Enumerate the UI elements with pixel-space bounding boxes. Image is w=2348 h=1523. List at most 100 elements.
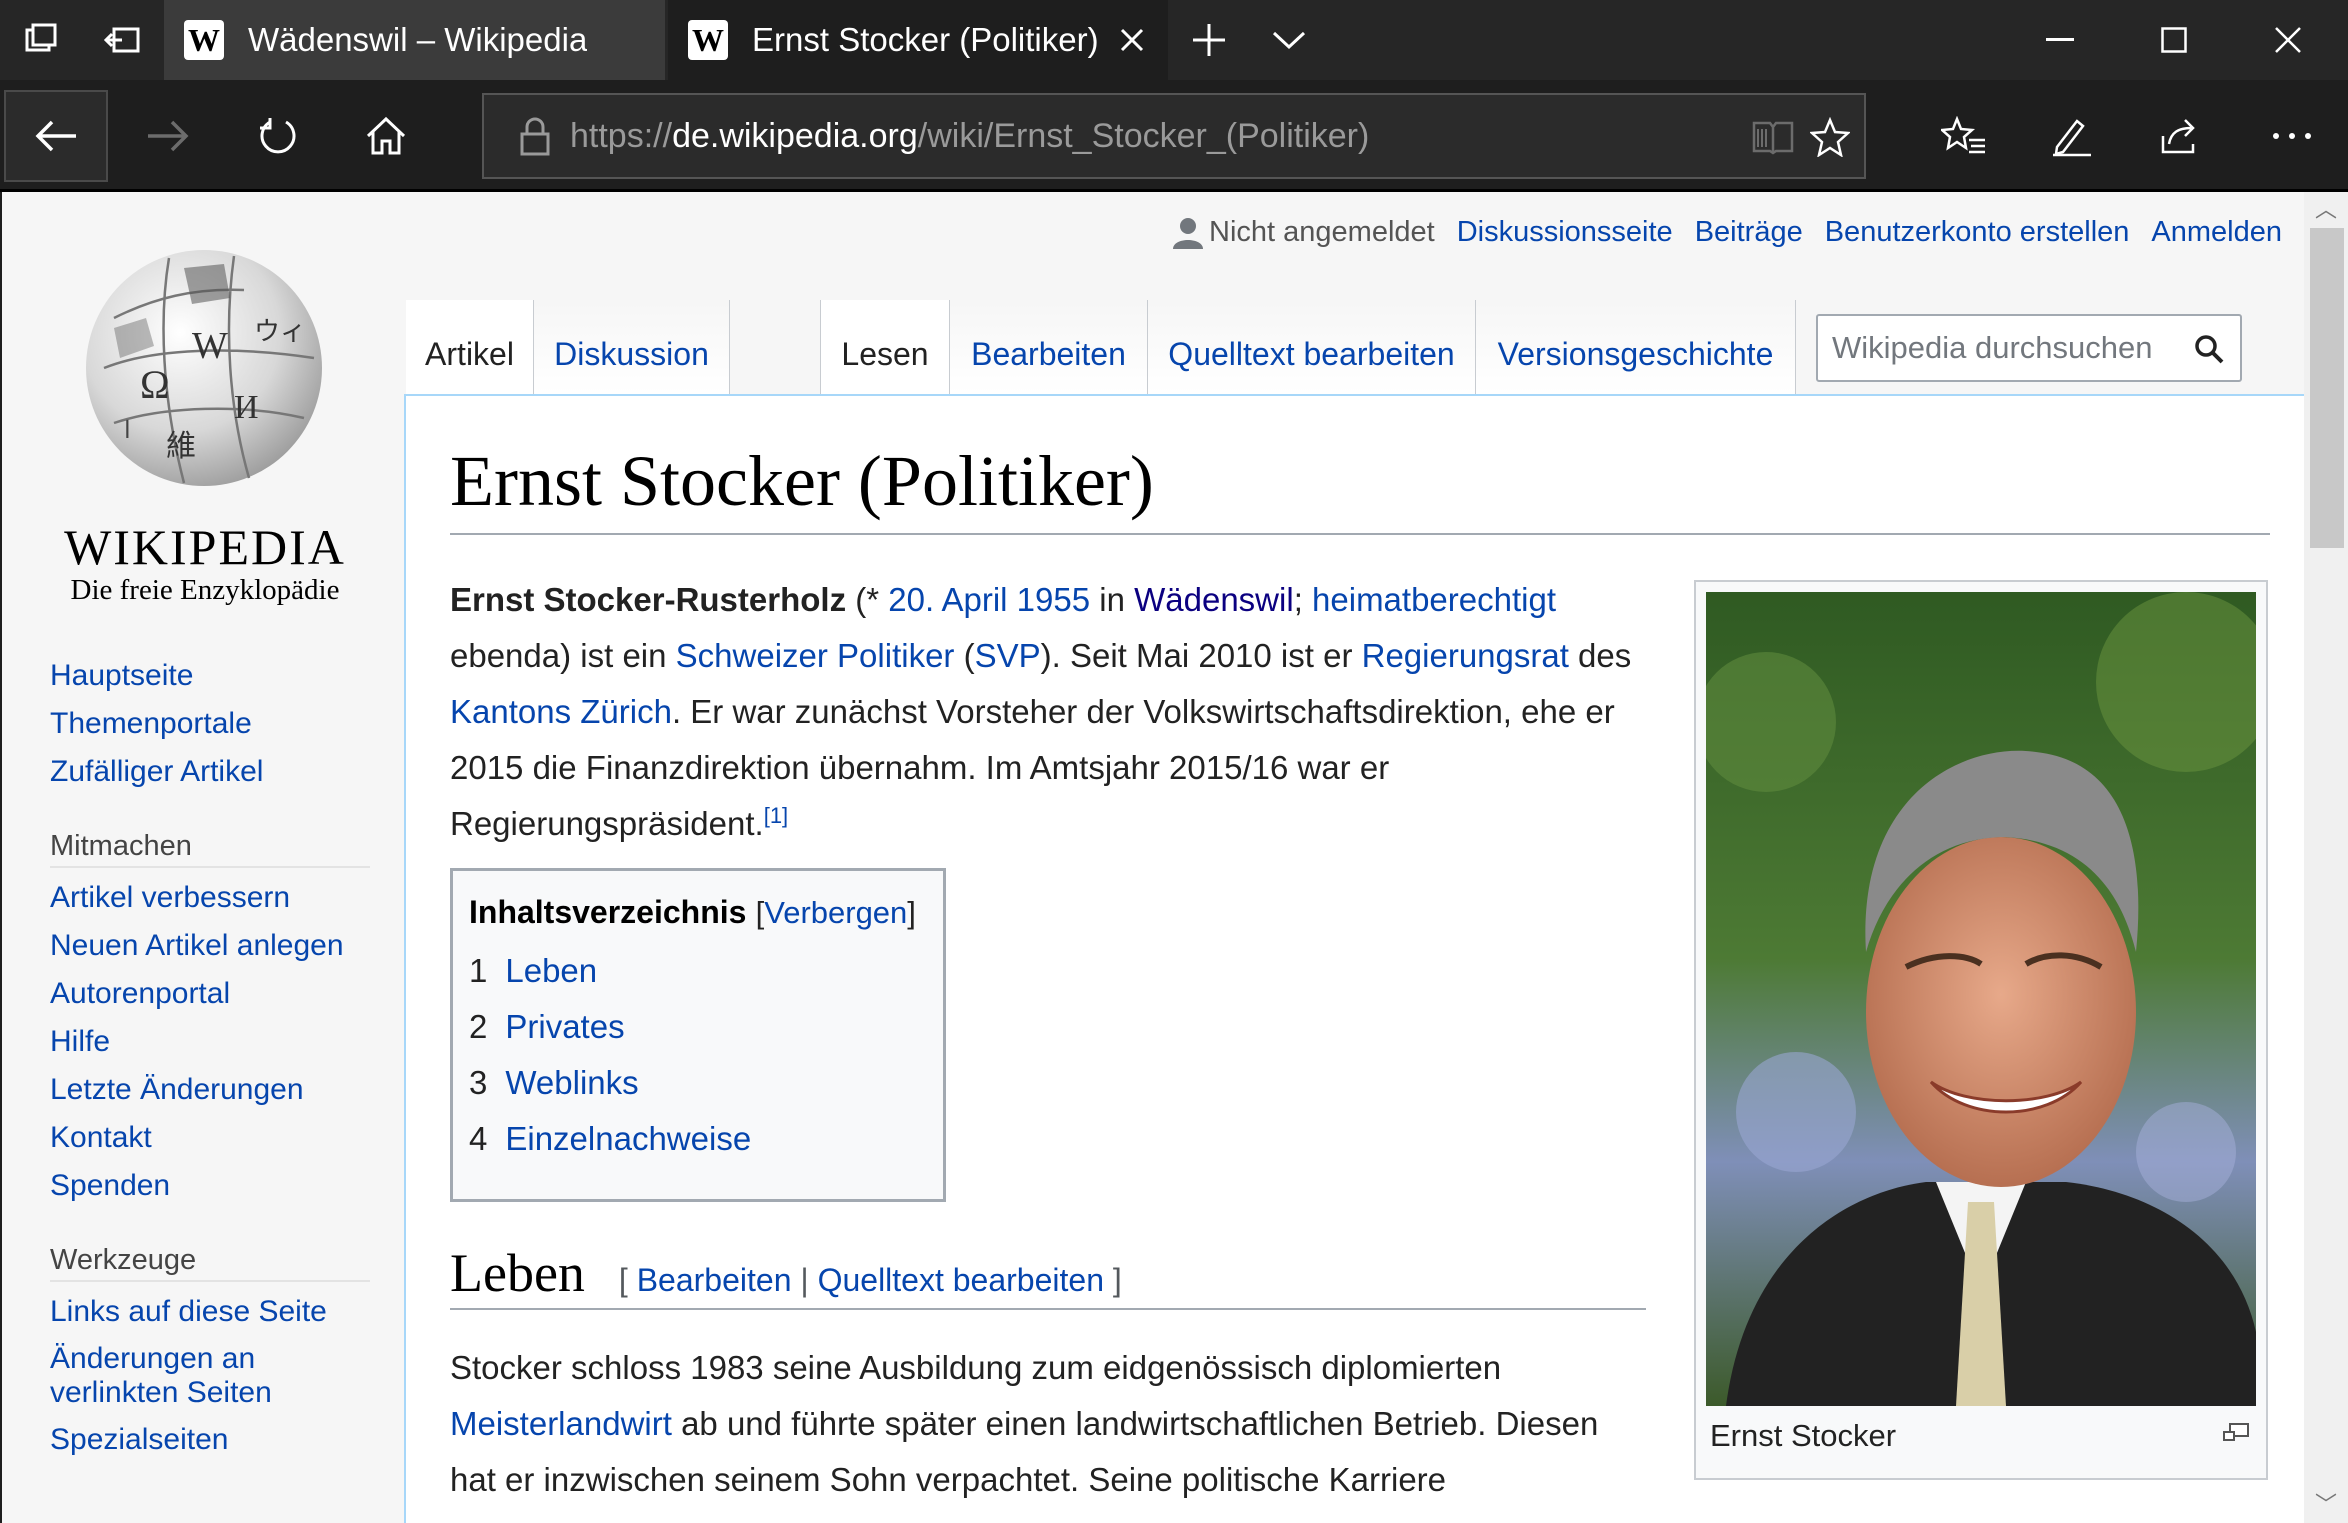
reading-view-icon[interactable] [1752, 119, 1794, 155]
wikipedia-logo[interactable]: W Ω И 維 ウィ ا WIKIPEDIA Die freie Enzyklo… [50, 228, 360, 606]
search-input[interactable] [1832, 330, 2172, 366]
favorites-list-icon [1941, 116, 1985, 154]
sidebar-item-themenportale[interactable]: Themenportale [50, 700, 370, 748]
svg-text:ا: ا [124, 418, 131, 444]
section-edit-source-link[interactable]: Quelltext bearbeiten [818, 1262, 1104, 1298]
sidebar-item-what-links-here[interactable]: Links auf diese Seite [50, 1288, 370, 1336]
tabs-aside-icon[interactable] [82, 0, 164, 80]
sidebar-item-random-article[interactable]: Zufälliger Artikel [50, 748, 370, 796]
scrollbar-thumb[interactable] [2310, 228, 2344, 548]
toc-hide-link[interactable]: Verbergen [764, 895, 907, 930]
sidebar-item-special-pages[interactable]: Spezialseiten [50, 1416, 370, 1464]
sidebar-heading-mitmachen[interactable]: Mitmachen [50, 824, 370, 868]
link-heimatberechtigt[interactable]: heimatberechtigt [1312, 581, 1556, 618]
close-tab-icon[interactable] [1114, 22, 1150, 58]
close-window-icon[interactable] [2248, 0, 2328, 80]
contributions-link[interactable]: Beiträge [1695, 216, 1803, 249]
enlarge-image-icon[interactable] [2222, 1422, 2250, 1444]
login-link[interactable]: Anmelden [2151, 216, 2282, 249]
tab-read[interactable]: Lesen [820, 300, 950, 394]
home-button[interactable] [334, 90, 438, 182]
toc-item[interactable]: 1 Leben [469, 954, 927, 987]
sidebar-item-hauptseite[interactable]: Hauptseite [50, 652, 370, 700]
web-note-button[interactable] [2020, 90, 2124, 182]
tab-ernst-stocker[interactable]: W Ernst Stocker (Politiker) [668, 0, 1168, 80]
wikipedia-favicon-icon: W [184, 20, 224, 60]
sidebar-item-improve-article[interactable]: Artikel verbessern [50, 874, 370, 922]
sidebar-heading-werkzeuge[interactable]: Werkzeuge [50, 1238, 370, 1282]
address-bar[interactable]: https://de.wikipedia.org/wiki/Ernst_Stoc… [482, 93, 1866, 179]
scroll-down-icon[interactable]: ﹀ [2314, 1494, 2338, 1516]
share-button[interactable] [2128, 90, 2232, 182]
new-tab-icon[interactable] [1176, 0, 1242, 80]
tab-preview-chevron-down-icon[interactable] [1256, 0, 1322, 80]
forward-button[interactable] [116, 90, 220, 182]
wikipedia-tagline: Die freie Enzyklopädie [70, 574, 340, 606]
vertical-scrollbar[interactable]: ︿ ﹀ [2304, 192, 2348, 1523]
tab-edit[interactable]: Bearbeiten [950, 300, 1148, 394]
section-edit-link[interactable]: Bearbeiten [637, 1262, 792, 1298]
refresh-button[interactable] [226, 90, 330, 182]
favorites-hub-button[interactable] [1912, 90, 2016, 182]
talk-link[interactable]: Diskussionsseite [1457, 216, 1673, 249]
more-menu-button[interactable] [2240, 90, 2344, 182]
sidebar-item-recent-changes[interactable]: Letzte Änderungen [50, 1066, 370, 1114]
section-edit-links: [ Bearbeiten | Quelltext bearbeiten ] [618, 1262, 1122, 1298]
url-text: https://de.wikipedia.org/wiki/Ernst_Stoc… [570, 116, 1370, 155]
lock-icon [520, 117, 550, 156]
portrait-photo[interactable] [1706, 592, 2256, 1406]
toc-item[interactable]: 2 Privates [469, 1010, 927, 1043]
personal-tools: Nicht angemeldet Diskussionsseite Beiträ… [1173, 216, 2282, 249]
not-logged-in-status: Nicht angemeldet [1173, 216, 1435, 249]
article-subject-name: Ernst Stocker-Rusterholz [450, 581, 847, 618]
section-heading-leben: Leben [ Bearbeiten | Quelltext bearbeite… [450, 1242, 1646, 1310]
search-icon[interactable] [2194, 334, 2224, 364]
share-icon [2161, 119, 2195, 154]
create-account-link[interactable]: Benutzerkonto erstellen [1825, 216, 2130, 249]
wikipedia-wordmark: WIKIPEDIA [64, 519, 346, 575]
link-birthdate[interactable]: 20. April 1955 [888, 581, 1090, 618]
favorite-star-icon[interactable] [1810, 117, 1850, 157]
toc-toggle: [Verbergen] [755, 895, 916, 930]
link-meisterlandwirt[interactable]: Meisterlandwirt [450, 1405, 672, 1442]
sidebar-item-contact[interactable]: Kontakt [50, 1114, 370, 1162]
page-title: Ernst Stocker (Politiker) [450, 440, 2270, 535]
tab-title: Wädenswil – Wikipedia [248, 21, 588, 58]
link-regierungsrat[interactable]: Regierungsrat [1362, 637, 1569, 674]
set-aside-tabs-icon[interactable] [0, 0, 82, 80]
arrow-right-icon [148, 120, 189, 152]
browser-tab-bar: W Wädenswil – Wikipedia W Ernst Stocker … [0, 0, 2348, 80]
toc-item[interactable]: 4 Einzelnachweise [469, 1122, 927, 1155]
svg-text:И: И [234, 389, 259, 426]
toc-title: Inhaltsverzeichnis [469, 894, 747, 930]
image-thumbnail: Ernst Stocker [1694, 580, 2268, 1480]
link-waedenswil[interactable]: Wädenswil [1134, 581, 1294, 618]
scroll-up-icon[interactable]: ︿ [2314, 199, 2338, 221]
reference-1[interactable]: [1] [764, 803, 788, 828]
wikipedia-globe-icon: W Ω И 維 ウィ ا [86, 250, 322, 486]
link-kanton-zuerich[interactable]: Kantons Zürich [450, 693, 672, 730]
tab-discussion[interactable]: Diskussion [534, 300, 730, 394]
svg-text:Ω: Ω [140, 362, 170, 407]
wikipedia-favicon-icon: W [688, 20, 728, 60]
back-button[interactable] [4, 90, 108, 182]
link-schweizer-politiker[interactable]: Schweizer Politiker [676, 637, 955, 674]
maximize-icon[interactable] [2134, 0, 2214, 80]
user-icon [1173, 217, 1204, 249]
intro-paragraph: Ernst Stocker-Rusterholz (* 20. April 19… [450, 581, 1632, 842]
tab-history[interactable]: Versionsgeschichte [1476, 300, 1796, 394]
sidebar-item-new-article[interactable]: Neuen Artikel anlegen [50, 922, 370, 970]
sidebar-item-help[interactable]: Hilfe [50, 1018, 370, 1066]
tab-article[interactable]: Artikel [406, 300, 534, 394]
tab-waedenswil[interactable]: W Wädenswil – Wikipedia [164, 0, 666, 80]
sidebar-item-related-changes[interactable]: Änderungen an verlinkten Seiten [50, 1336, 290, 1416]
svg-text:ウィ: ウィ [254, 317, 306, 346]
sidebar-item-donate[interactable]: Spenden [50, 1162, 370, 1210]
link-svp[interactable]: SVP [975, 637, 1041, 674]
article-content: Ernst Stocker (Politiker) Ernst Stocker-… [404, 394, 2306, 1523]
toc-item[interactable]: 3 Weblinks [469, 1066, 927, 1099]
minimize-icon[interactable] [2020, 0, 2100, 80]
sidebar-item-autorenportal[interactable]: Autorenportal [50, 970, 370, 1018]
tab-edit-source[interactable]: Quelltext bearbeiten [1148, 300, 1476, 394]
page-viewport: W Ω И 維 ウィ ا WIKIPEDIA Die freie Enzyklo… [0, 192, 2348, 1523]
